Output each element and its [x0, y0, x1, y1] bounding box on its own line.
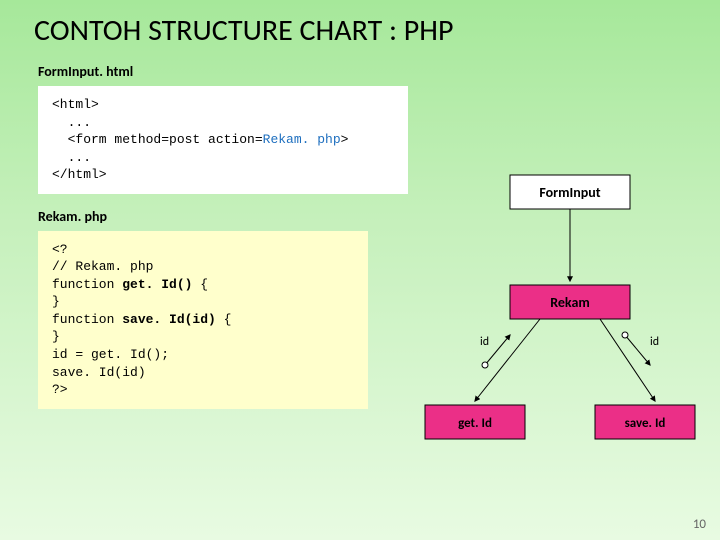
code-line: >	[341, 132, 349, 147]
code-block-html: <html> ... <form method=post action=Reka…	[38, 86, 408, 194]
node-rekam-label: Rekam	[550, 294, 590, 311]
code-highlight: Rekam. php	[263, 132, 341, 147]
node-forminput-label: FormInput	[539, 184, 600, 201]
page-number: 10	[693, 517, 706, 532]
code-line: {	[192, 277, 208, 292]
data-couple-circle	[482, 362, 488, 368]
node-saveid-label: save. Id	[625, 416, 666, 431]
code-block-php: <? // Rekam. php function get. Id() { } …	[38, 231, 368, 409]
edge	[475, 319, 540, 401]
data-couple-circle	[622, 332, 628, 338]
code-line: }	[52, 294, 60, 309]
code-line: id = get. Id();	[52, 347, 169, 362]
code-line: function	[52, 277, 122, 292]
code-line: {	[216, 312, 232, 327]
node-getid-label: get. Id	[458, 416, 492, 431]
html-file-label: FormInput. html	[38, 63, 720, 80]
edge-label-id-right: id	[650, 335, 659, 349]
code-func: save. Id(id)	[122, 312, 216, 327]
edge	[600, 319, 655, 401]
slide-title: CONTOH STRUCTURE CHART : PHP	[0, 0, 720, 49]
code-line: ?>	[52, 382, 68, 397]
edge-label-id-left: id	[480, 335, 489, 349]
code-line: // Rekam. php	[52, 259, 153, 274]
code-line: <form method=post action=	[52, 132, 263, 147]
code-line: function	[52, 312, 122, 327]
code-line: ...	[52, 150, 91, 165]
code-line: ...	[52, 115, 91, 130]
code-line: </html>	[52, 167, 107, 182]
code-line: <html>	[52, 97, 99, 112]
structure-chart-svg: FormInput Rekam id id get. Id save. Id	[420, 165, 700, 465]
code-line: }	[52, 329, 60, 344]
code-line: save. Id(id)	[52, 365, 146, 380]
code-line: <?	[52, 242, 68, 257]
code-func: get. Id()	[122, 277, 192, 292]
data-couple-arrow	[625, 335, 650, 365]
